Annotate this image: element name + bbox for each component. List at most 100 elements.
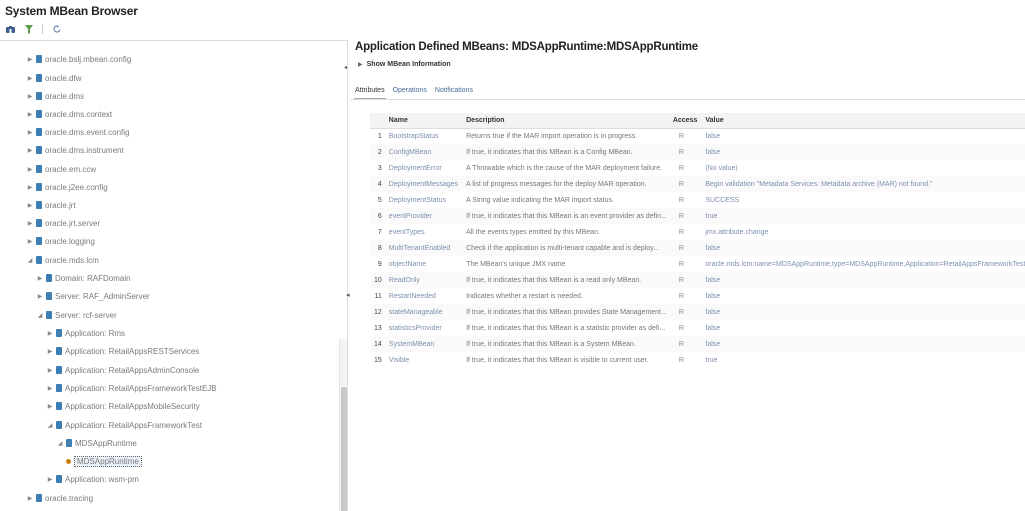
attribute-name-link[interactable]: RestartNeeded (385, 288, 462, 304)
tree-node[interactable]: ▶ oracle.bslj.mbean.config (26, 50, 132, 68)
tree-node[interactable]: ▶ oracle.tracing (26, 489, 93, 507)
collapsed-triangle-icon[interactable]: ▶ (26, 129, 34, 136)
show-mbean-info-toggle[interactable]: ▶ Show MBean Information (358, 61, 451, 68)
expanded-triangle-icon[interactable]: ◢ (26, 257, 34, 264)
attribute-value[interactable]: false (701, 336, 1025, 352)
tree-node[interactable]: ▶ oracle.jrt (26, 196, 76, 214)
filter-icon[interactable] (24, 24, 33, 34)
tree-node[interactable]: ▶ Application: RetailAppsFrameworkTestEJB (46, 379, 217, 397)
collapsed-triangle-icon[interactable]: ▶ (26, 56, 34, 63)
attribute-value[interactable]: jmx.attribute.change (701, 224, 1025, 240)
tree-node[interactable]: ▶ oracle.dfw (26, 69, 82, 87)
tree-node[interactable]: ▶ oracle.dms.event.config (26, 123, 130, 141)
table-row[interactable]: 15 Visible If true, it indicates that this… (370, 352, 1025, 368)
tree-node[interactable]: ▶ Application: RetailAppsMobileSecurity (46, 397, 200, 415)
collapsed-triangle-icon[interactable]: ▶ (26, 184, 34, 191)
tree-node[interactable]: ▶ Application: wsm-pm (46, 470, 139, 488)
attribute-value[interactable]: false (701, 272, 1025, 288)
tree-node[interactable]: ▶ Application: RetailAppsRESTServices (46, 342, 200, 360)
attribute-value[interactable]: SUCCESS (701, 192, 1025, 208)
collapse-handle-icon[interactable]: ◂ (344, 64, 347, 71)
column-header-description[interactable]: Description (462, 113, 671, 129)
attribute-value[interactable]: oracle.mds.lcm:name=MDSAppRuntime,type=M… (701, 256, 1025, 272)
refresh-icon[interactable] (52, 24, 61, 34)
collapsed-triangle-icon[interactable]: ▶ (26, 147, 34, 154)
collapsed-triangle-icon[interactable]: ▶ (26, 495, 34, 502)
column-header-access[interactable]: Access (670, 113, 702, 129)
collapsed-triangle-icon[interactable]: ▶ (46, 367, 54, 374)
binoculars-icon[interactable] (6, 25, 15, 34)
attribute-name-link[interactable]: eventProvider (384, 208, 463, 224)
collapsed-triangle-icon[interactable]: ▶ (26, 93, 34, 100)
splitter-arrow-icon[interactable]: ◂ (346, 291, 350, 299)
table-row[interactable]: 3 DeploymentError A Throwable which is the… (370, 160, 1025, 176)
attribute-value[interactable]: false (701, 144, 1025, 160)
table-row[interactable]: 13 statisticsProvider If true, it indicate… (370, 320, 1025, 336)
tree-node[interactable]: ▶ oracle.dms.context (26, 105, 112, 123)
attribute-name-link[interactable]: objectName (385, 256, 462, 272)
table-row[interactable]: 5 DeploymentStatus A String value indicati… (370, 192, 1025, 208)
collapsed-triangle-icon[interactable]: ▶ (46, 476, 54, 483)
tree-node[interactable]: ◢ Server: rcf-server (36, 306, 117, 324)
expanded-triangle-icon[interactable]: ◢ (56, 440, 64, 447)
tree-scrollbar[interactable] (339, 339, 347, 511)
table-row[interactable]: 12 stateManageable If true, it indicates t… (370, 304, 1025, 320)
tab-operations[interactable]: Operations (392, 85, 428, 99)
attribute-name-link[interactable]: DeploymentError (385, 160, 462, 176)
attribute-name-link[interactable]: SystemMBean (384, 336, 463, 352)
tree-node[interactable]: MDSAppRuntime (66, 452, 142, 470)
tree-node[interactable]: ◢ MDSAppRuntime (56, 434, 137, 452)
attribute-name-link[interactable]: MultiTenantEnabled (384, 240, 463, 256)
tree-node[interactable]: ▶ oracle.jrt.server (26, 214, 100, 232)
attribute-value[interactable]: (No value) (701, 160, 1025, 176)
table-row[interactable]: 11 RestartNeeded Indicates whether a resta… (370, 288, 1025, 304)
table-row[interactable]: 14 SystemMBean If true, it indicates that … (370, 336, 1025, 352)
expanded-triangle-icon[interactable]: ◢ (46, 422, 54, 429)
attribute-value[interactable]: false (701, 128, 1025, 144)
collapsed-triangle-icon[interactable]: ▶ (46, 348, 54, 355)
collapsed-triangle-icon[interactable]: ▶ (26, 220, 34, 227)
collapsed-triangle-icon[interactable]: ▶ (26, 166, 34, 173)
tree-node[interactable]: ◢ Application: RetailAppsFrameworkTest (46, 416, 202, 434)
attribute-name-link[interactable]: BootstrapStatus (385, 128, 462, 144)
attribute-value[interactable]: false (701, 304, 1025, 320)
expanded-triangle-icon[interactable]: ◢ (36, 312, 44, 319)
tab-attributes[interactable]: Attributes (354, 85, 386, 99)
tree-node[interactable]: ▶ Application: RetailAppsAdminConsole (46, 361, 200, 379)
attribute-value[interactable]: Begin validation "Metadata Services: Met… (701, 176, 1025, 192)
attribute-value[interactable]: true (701, 208, 1025, 224)
tree-node[interactable]: ▶ Domain: RAFDomain (36, 269, 131, 287)
collapsed-triangle-icon[interactable]: ▶ (26, 75, 34, 82)
tree-node[interactable]: ▶ oracle.j2ee.config (26, 178, 108, 196)
attribute-value[interactable]: false (701, 320, 1025, 336)
attribute-name-link[interactable]: DeploymentStatus (385, 192, 462, 208)
table-row[interactable]: 4 DeploymentMessages A list of progress me… (370, 176, 1025, 192)
attribute-name-link[interactable]: DeploymentMessages (384, 176, 463, 192)
collapsed-triangle-icon[interactable]: ▶ (36, 275, 44, 282)
tree-node[interactable]: ▶ oracle.em.ccw (26, 160, 96, 178)
attribute-name-link[interactable]: eventTypes (385, 224, 462, 240)
attribute-value[interactable]: true (701, 352, 1025, 368)
tree-node[interactable]: ▶ Application: Rms (46, 324, 125, 342)
table-row[interactable]: 9 objectName The MBean's unique JMX name Ro… (370, 256, 1025, 272)
table-row[interactable]: 7 eventTypes All the events types emitted … (370, 224, 1025, 240)
attribute-name-link[interactable]: Visible (385, 352, 462, 368)
attribute-value[interactable]: false (701, 288, 1025, 304)
column-header-name[interactable]: Name (384, 113, 463, 129)
tree-node[interactable]: ▶ Server: RAF_AdminServer (36, 287, 150, 305)
collapsed-triangle-icon[interactable]: ▶ (46, 403, 54, 410)
column-header-value[interactable]: Value (701, 113, 1025, 129)
collapsed-triangle-icon[interactable]: ▶ (26, 111, 34, 118)
attribute-name-link[interactable]: statisticsProvider (385, 320, 462, 336)
table-row[interactable]: 10 ReadOnly If true, it indicates that thi… (370, 272, 1025, 288)
tree-node[interactable]: ▶ oracle.logging (26, 232, 95, 250)
tree-node[interactable]: ◢ oracle.mds.lcm (26, 251, 99, 269)
attribute-value[interactable]: false (701, 240, 1025, 256)
tree-scrollbar-thumb[interactable] (341, 387, 347, 511)
tab-notifications[interactable]: Notifications (434, 85, 474, 99)
table-row[interactable]: 1 BootstrapStatus Returns true if the MAR … (370, 128, 1025, 144)
collapsed-triangle-icon[interactable]: ▶ (46, 385, 54, 392)
table-row[interactable]: 8 MultiTenantEnabled Check if the applicat… (370, 240, 1025, 256)
table-row[interactable]: 6 eventProvider If true, it indicates that… (370, 208, 1025, 224)
collapsed-triangle-icon[interactable]: ▶ (46, 330, 54, 337)
